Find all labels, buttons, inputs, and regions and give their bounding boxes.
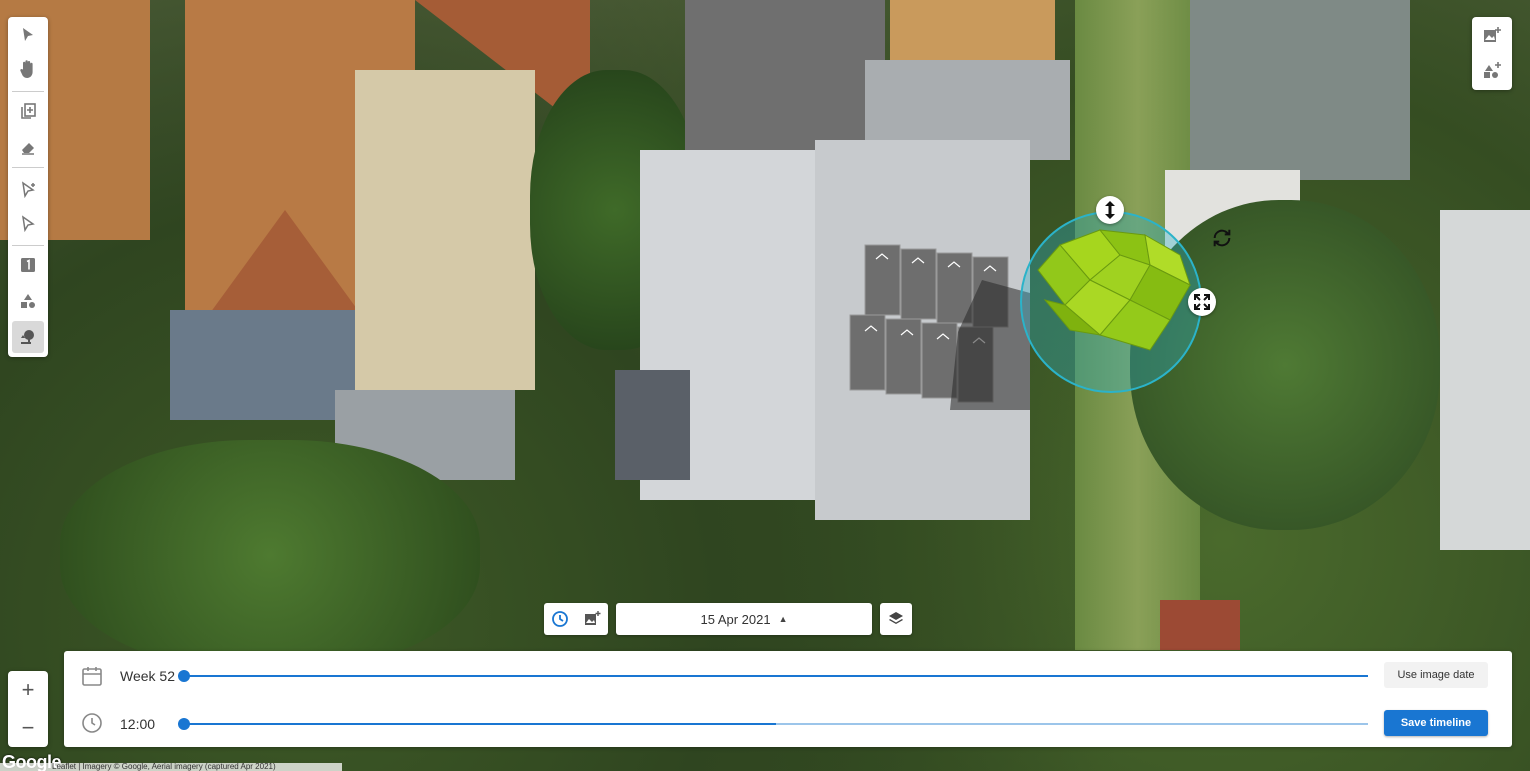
select-tool-button[interactable] [12,19,44,51]
eraser-tool-button[interactable] [12,131,44,163]
date-value: 15 Apr 2021 [700,611,771,627]
draw-roof-tool-button[interactable] [12,173,44,205]
timeline-panel: Week 52 Use image date 12:00 Save timeli… [64,651,1512,747]
layers-button[interactable] [880,603,912,635]
edit-roof-tool-button[interactable] [12,207,44,239]
time-slider-thumb[interactable] [178,718,190,730]
save-timeline-button[interactable]: Save timeline [1384,710,1488,736]
roof-beige [355,70,535,390]
roof-white [1440,210,1530,550]
resize-handle[interactable] [1188,288,1216,316]
image-date-button[interactable] [576,603,608,635]
toolbar-divider [12,91,44,92]
time-slider[interactable] [178,718,1368,730]
cursor-icon [23,28,33,41]
clock-icon [80,711,104,735]
add-area-tool-button[interactable] [12,95,44,127]
tree-canopy [60,440,480,670]
shapes-icon [21,294,35,308]
height-handle[interactable] [1096,196,1124,224]
top-right-toolbar [1472,17,1512,90]
timeline-mode-button[interactable] [544,603,576,635]
rotate-icon [1213,229,1231,247]
pan-tool-button[interactable] [12,53,44,85]
add-shape-icon [1484,62,1501,78]
zoom-out-button[interactable]: − [8,709,48,747]
tree-icon [21,330,34,344]
toolbar-divider [12,167,44,168]
panel-tool-button[interactable] [12,249,44,281]
left-toolbar [8,17,48,357]
roof-shadow [615,370,690,480]
panel-number-icon [21,258,35,272]
chevron-up-icon: ▲ [778,614,788,624]
hand-icon [20,60,33,78]
add-shape-button[interactable] [1476,55,1508,85]
edit-arrow-icon [21,215,35,232]
date-mode-toggle [544,603,608,635]
toolbar-divider [12,245,44,246]
tree-tool-button[interactable] [12,321,44,353]
use-image-date-button[interactable]: Use image date [1384,662,1488,688]
map-attribution: Leaflet | Imagery © Google, Aerial image… [0,763,342,771]
expand-icon [1194,294,1210,310]
add-image-icon [585,611,601,625]
add-image-button[interactable] [1476,20,1508,50]
tree-model[interactable] [1030,225,1205,360]
add-image-icon [1484,27,1501,42]
eraser-icon [22,143,34,155]
clock-icon [552,611,568,627]
roof-darkgrey [685,0,885,160]
week-slider[interactable] [178,670,1368,682]
imagery-date-select[interactable]: 15 Apr 2021 ▲ [616,603,872,635]
roof-grey [170,310,355,420]
vertical-arrows-icon [1105,201,1115,219]
shapes-tool-button[interactable] [12,285,44,317]
time-slider-fill [184,723,776,725]
calendar-icon [80,664,104,688]
layers-icon [889,612,903,624]
week-slider-thumb[interactable] [178,670,190,682]
zoom-in-button[interactable]: + [8,671,48,709]
copy-plus-icon [21,103,36,119]
roof-grey [1190,0,1410,180]
roof-red [1160,600,1240,650]
week-slider-fill [184,675,1368,677]
zoom-control: + − [8,671,48,747]
week-label: Week 52 [120,668,175,684]
time-label: 12:00 [120,716,156,732]
rotate-handle[interactable] [1208,224,1236,252]
draw-arrow-icon [21,181,35,198]
